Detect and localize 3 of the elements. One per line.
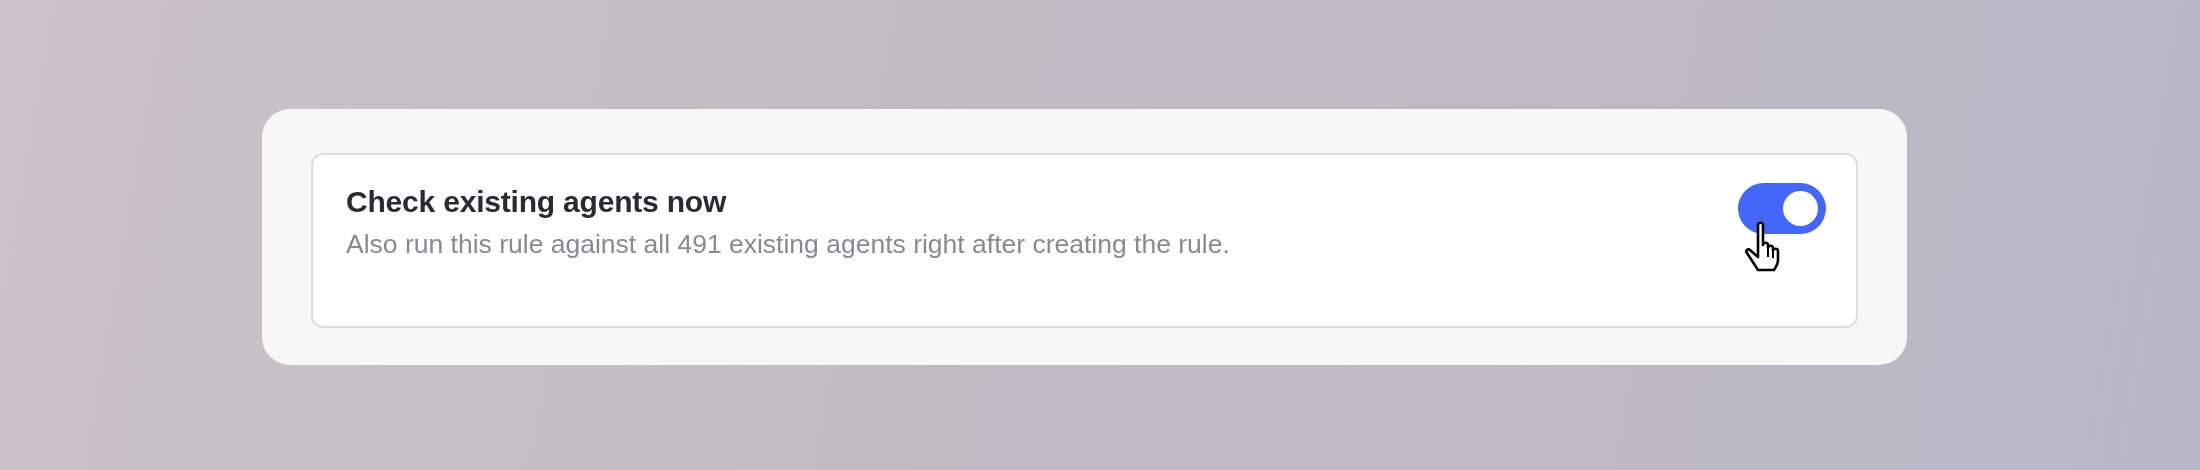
setting-title: Check existing agents now xyxy=(346,185,728,219)
toggle-switch[interactable] xyxy=(1738,183,1826,234)
setting-description: Also run this rule against all 491 existing agents right after creating the rule. xyxy=(346,229,1231,260)
